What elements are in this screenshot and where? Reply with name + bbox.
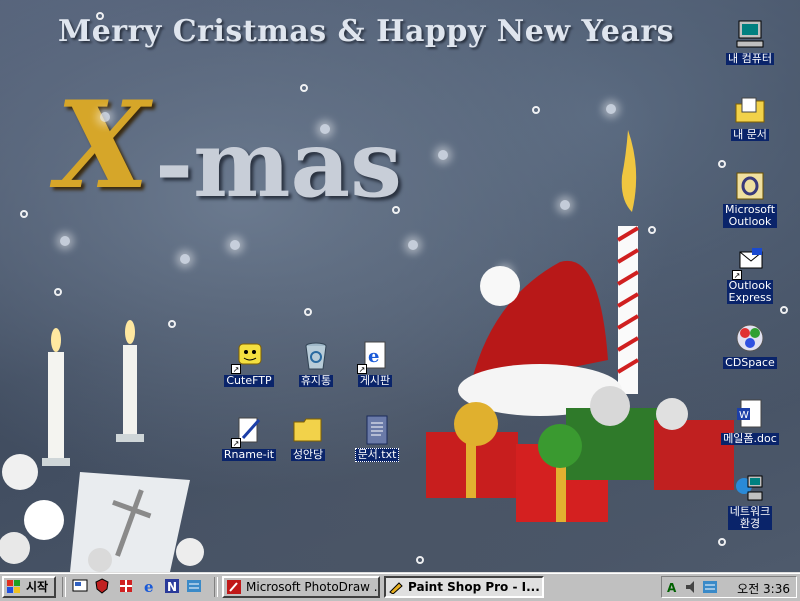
shortcut-arrow-icon: ↗ <box>231 438 241 448</box>
icon-label: CDSpace <box>723 356 777 369</box>
task-label: Paint Shop Pro - I... <box>408 580 540 594</box>
shortcut-arrow-icon: ↗ <box>357 364 367 374</box>
windows-logo-icon <box>7 580 21 594</box>
recycle-bin-icon <box>300 340 332 372</box>
gift-app-icon[interactable] <box>118 578 134 594</box>
desktop-icon-mailform-doc[interactable]: W 메일폼.doc <box>710 398 790 445</box>
desktop[interactable]: Merry Cristmas & Happy New Years X -mas <box>0 0 800 572</box>
task-label: Microsoft PhotoDraw ... <box>246 580 380 594</box>
desktop-icon-cdspace[interactable]: CDSpace <box>710 322 790 369</box>
outlook-icon <box>734 170 766 202</box>
desktop-icon-network[interactable]: 네트워크 환경 <box>710 472 790 530</box>
channel-icon[interactable] <box>186 578 202 594</box>
ie-shortcut-icon: e ↗ <box>357 340 391 374</box>
icon-label: 내 문서 <box>731 128 769 141</box>
folder-icon <box>292 414 324 446</box>
icon-label: Outlook Express <box>726 279 774 304</box>
desktop-icon-my-computer[interactable]: 내 컴퓨터 <box>710 18 790 65</box>
taskbar-separator <box>62 577 66 597</box>
clock[interactable]: 오전 3:36 <box>737 580 790 597</box>
shortcut-arrow-icon: ↗ <box>231 364 241 374</box>
netscape-icon[interactable]: N <box>164 578 180 594</box>
text-file-icon <box>361 414 393 446</box>
volume-icon[interactable] <box>684 579 700 595</box>
icon-label: CuteFTP <box>224 374 274 387</box>
svg-text:e: e <box>144 578 154 594</box>
outlook-express-icon: ↗ <box>732 246 766 280</box>
shortcut-arrow-icon: ↗ <box>732 270 742 280</box>
svg-text:e: e <box>368 346 379 367</box>
start-label: 시작 <box>26 580 49 594</box>
tray-app-icon[interactable] <box>702 579 718 595</box>
cdspace-icon <box>734 322 766 354</box>
svg-text:A: A <box>667 581 677 595</box>
cuteftp-icon: ↗ <box>231 340 265 374</box>
icon-label: 문서.txt <box>354 448 400 462</box>
icon-label: Microsoft Outlook <box>722 203 778 228</box>
taskbar-separator <box>214 577 218 597</box>
start-button[interactable]: 시작 <box>2 576 56 598</box>
network-icon <box>734 472 766 504</box>
system-tray: A 오전 3:36 <box>661 576 797 598</box>
shield-icon[interactable] <box>94 578 110 594</box>
icon-label: 내 컴퓨터 <box>726 52 774 65</box>
desktop-icon-outlook-express[interactable]: ↗ Outlook Express <box>710 246 790 304</box>
photodraw-icon <box>227 580 241 594</box>
rname-it-icon: ↗ <box>231 414 265 448</box>
task-button-paint-shop-pro[interactable]: Paint Shop Pro - I... <box>384 576 544 598</box>
desktop-icon-seongandang[interactable]: 성안당 <box>268 414 348 461</box>
my-computer-icon <box>734 18 766 50</box>
icon-label: 네트워크 환경 <box>727 505 773 530</box>
christmas-artwork <box>0 130 734 572</box>
word-doc-icon: W <box>734 398 766 430</box>
show-desktop-icon[interactable] <box>72 578 88 594</box>
icon-label: 성안당 <box>290 448 326 461</box>
taskbar: 시작 e N Microsoft PhotoDraw ... Paint Sho… <box>0 572 800 601</box>
icon-label: 게시판 <box>357 374 393 387</box>
internet-explorer-icon[interactable]: e <box>142 578 158 596</box>
paint-shop-pro-icon <box>389 580 403 595</box>
task-button-photodraw[interactable]: Microsoft PhotoDraw ... <box>222 576 380 598</box>
svg-text:W: W <box>739 410 749 421</box>
desktop-icon-board[interactable]: e ↗ 게시판 <box>335 340 415 387</box>
icon-label: 메일폼.doc <box>721 432 779 445</box>
my-documents-icon <box>734 94 766 126</box>
desktop-icon-my-documents[interactable]: 내 문서 <box>710 94 790 141</box>
svg-text:N: N <box>167 580 177 594</box>
desktop-icon-document-txt[interactable]: 문서.txt <box>337 414 417 462</box>
ime-indicator-icon[interactable]: A <box>666 579 682 595</box>
icon-label: 휴지통 <box>298 374 334 387</box>
desktop-icon-outlook[interactable]: Microsoft Outlook <box>710 170 790 228</box>
